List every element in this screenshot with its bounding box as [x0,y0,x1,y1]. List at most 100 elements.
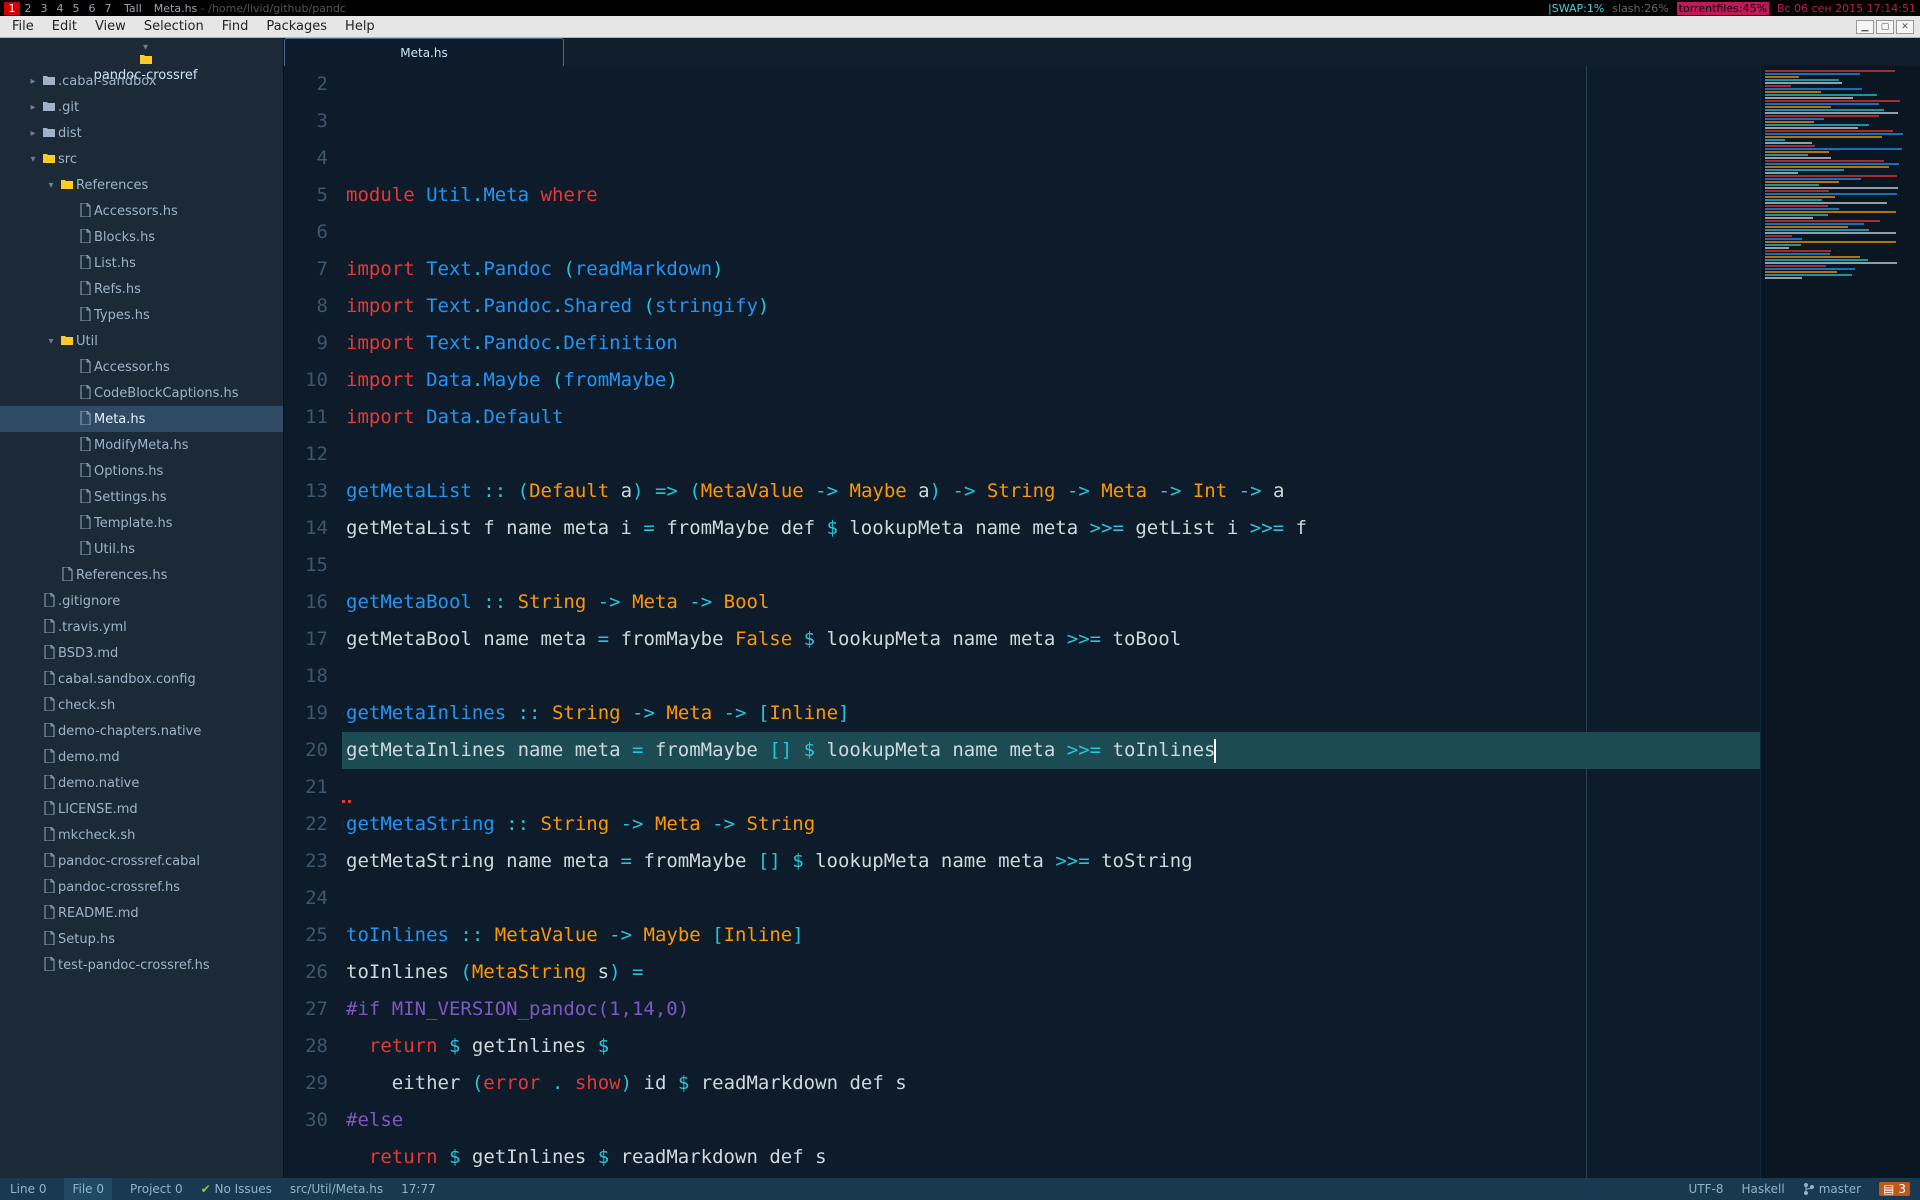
status-language[interactable]: Haskell [1741,1182,1784,1196]
code-line[interactable]: either (error . show) id $ readMarkdown … [342,1065,1760,1102]
tree-item[interactable]: List.hs [0,250,283,276]
code-line[interactable]: #if MIN_VERSION_pandoc(1,14,0) [342,991,1760,1028]
code-line[interactable]: return $ getInlines $ [342,1028,1760,1065]
status-project: Project 0 [130,1182,183,1196]
code-line[interactable]: getMetaList :: (Default a) => (MetaValue… [342,473,1760,510]
disk-widget: slash:26% [1612,2,1668,15]
tree-item[interactable]: Types.hs [0,302,283,328]
menu-edit[interactable]: Edit [44,18,85,35]
code-line[interactable] [342,436,1760,473]
tree-item[interactable]: ▾References [0,172,283,198]
code-line[interactable]: getMetaBool :: String -> Meta -> Bool [342,584,1760,621]
menu-selection[interactable]: Selection [136,18,212,35]
tree-item[interactable]: LICENSE.md [0,796,283,822]
close-button[interactable]: ✕ [1896,20,1914,34]
tree-item[interactable]: .travis.yml [0,614,283,640]
tree-item[interactable]: ▾Util [0,328,283,354]
code-line[interactable]: module Util.Meta where [342,177,1760,214]
tree-item[interactable]: Util.hs [0,536,283,562]
code-line[interactable] [342,547,1760,584]
code-line[interactable]: import Text.Pandoc.Shared (stringify) [342,288,1760,325]
tree-item[interactable]: Accessors.hs [0,198,283,224]
tree-item[interactable]: Blocks.hs [0,224,283,250]
tree-item[interactable]: ModifyMeta.hs [0,432,283,458]
minimap[interactable] [1760,66,1920,1178]
code-line[interactable]: getMetaInlines :: String -> Meta -> [Inl… [342,695,1760,732]
line-gutter: 2345678910111213141516171819202122232425… [284,66,342,1178]
tree-item[interactable]: Accessor.hs [0,354,283,380]
workspace-1[interactable]: 1 [4,2,20,15]
menu-view[interactable]: View [87,18,134,35]
tree-item[interactable]: Meta.hs [0,406,283,432]
project-tree[interactable]: ▾ pandoc-crossref ▸.cabal-sandbox▸.git▸d… [0,38,284,1178]
maximize-button[interactable]: ▢ [1876,20,1894,34]
tree-item[interactable]: Setup.hs [0,926,283,952]
tree-item[interactable]: CodeBlockCaptions.hs [0,380,283,406]
workspace-3[interactable]: 3 [36,2,52,15]
tree-item[interactable]: ▾src [0,146,283,172]
code-line[interactable]: getMetaString :: String -> Meta -> Strin… [342,806,1760,843]
status-issues[interactable]: ✔ No Issues [201,1182,272,1196]
code-line[interactable]: getMetaInlines name meta = fromMaybe [] … [342,732,1760,769]
tab-meta-hs[interactable]: Meta.hs [284,38,564,66]
tree-item[interactable]: ▸.git [0,94,283,120]
code-line[interactable]: import Text.Pandoc.Definition [342,325,1760,362]
tree-item[interactable]: README.md [0,900,283,926]
code-area[interactable]: module Util.Meta where import Text.Pandoc… [342,66,1760,1178]
code-line[interactable] [342,658,1760,695]
tree-item[interactable]: demo.md [0,744,283,770]
code-line[interactable] [342,880,1760,917]
tree-item[interactable]: test-pandoc-crossref.hs [0,952,283,978]
menu-packages[interactable]: Packages [258,18,335,35]
code-line[interactable]: getMetaBool name meta = fromMaybe False … [342,621,1760,658]
workspace-switcher[interactable]: 1234567 [4,2,116,15]
code-line[interactable]: import Text.Pandoc (readMarkdown) [342,251,1760,288]
code-line[interactable]: toInlines (MetaString s) = [342,954,1760,991]
status-encoding[interactable]: UTF-8 [1689,1182,1724,1196]
code-line[interactable]: import Data.Default [342,399,1760,436]
minimize-button[interactable]: ▁ [1856,20,1874,34]
code-line[interactable] [342,214,1760,251]
tree-item[interactable]: Settings.hs [0,484,283,510]
code-line[interactable]: return $ getInlines $ readMarkdown def s [342,1139,1760,1176]
workspace-6[interactable]: 6 [84,2,100,15]
menu-help[interactable]: Help [337,18,383,35]
tree-item[interactable]: demo-chapters.native [0,718,283,744]
swap-widget: |SWAP:1% [1548,2,1604,15]
tree-item[interactable]: mkcheck.sh [0,822,283,848]
tree-item[interactable]: BSD3.md [0,640,283,666]
tree-item[interactable]: References.hs [0,562,283,588]
tree-item[interactable]: Refs.hs [0,276,283,302]
tree-item[interactable]: Template.hs [0,510,283,536]
code-line[interactable]: #else [342,1102,1760,1139]
code-editor[interactable]: 2345678910111213141516171819202122232425… [284,66,1920,1178]
menu-find[interactable]: Find [214,18,257,35]
tree-item[interactable]: pandoc-crossref.hs [0,874,283,900]
tree-item[interactable]: .gitignore [0,588,283,614]
tab-bar: Meta.hs [284,38,1920,66]
status-cursor-pos[interactable]: 17:77 [401,1182,436,1196]
workspace-2[interactable]: 2 [20,2,36,15]
code-line[interactable] [342,769,1760,806]
torrent-widget: torrentfiles:45% [1677,2,1769,15]
code-line[interactable]: getMetaString name meta = fromMaybe [] $… [342,843,1760,880]
tree-item[interactable]: pandoc-crossref.cabal [0,848,283,874]
menu-file[interactable]: File [4,18,42,35]
tree-item[interactable]: check.sh [0,692,283,718]
workspace-5[interactable]: 5 [68,2,84,15]
workspace-4[interactable]: 4 [52,2,68,15]
status-git-branch[interactable]: master [1803,1182,1861,1197]
status-file: File 0 [64,1178,112,1200]
workspace-7[interactable]: 7 [100,2,116,15]
tree-item[interactable]: Options.hs [0,458,283,484]
status-notifications[interactable]: ▤ 3 [1879,1182,1910,1196]
code-line[interactable]: getMetaList f name meta i = fromMaybe de… [342,510,1760,547]
project-root[interactable]: ▾ pandoc-crossref [0,42,283,68]
code-line[interactable]: #endif [342,1176,1760,1178]
status-bar: Line 0 File 0 Project 0 ✔ No Issues src/… [0,1178,1920,1200]
code-line[interactable]: import Data.Maybe (fromMaybe) [342,362,1760,399]
tree-item[interactable]: demo.native [0,770,283,796]
code-line[interactable]: toInlines :: MetaValue -> Maybe [Inline] [342,917,1760,954]
tree-item[interactable]: ▸dist [0,120,283,146]
tree-item[interactable]: cabal.sandbox.config [0,666,283,692]
